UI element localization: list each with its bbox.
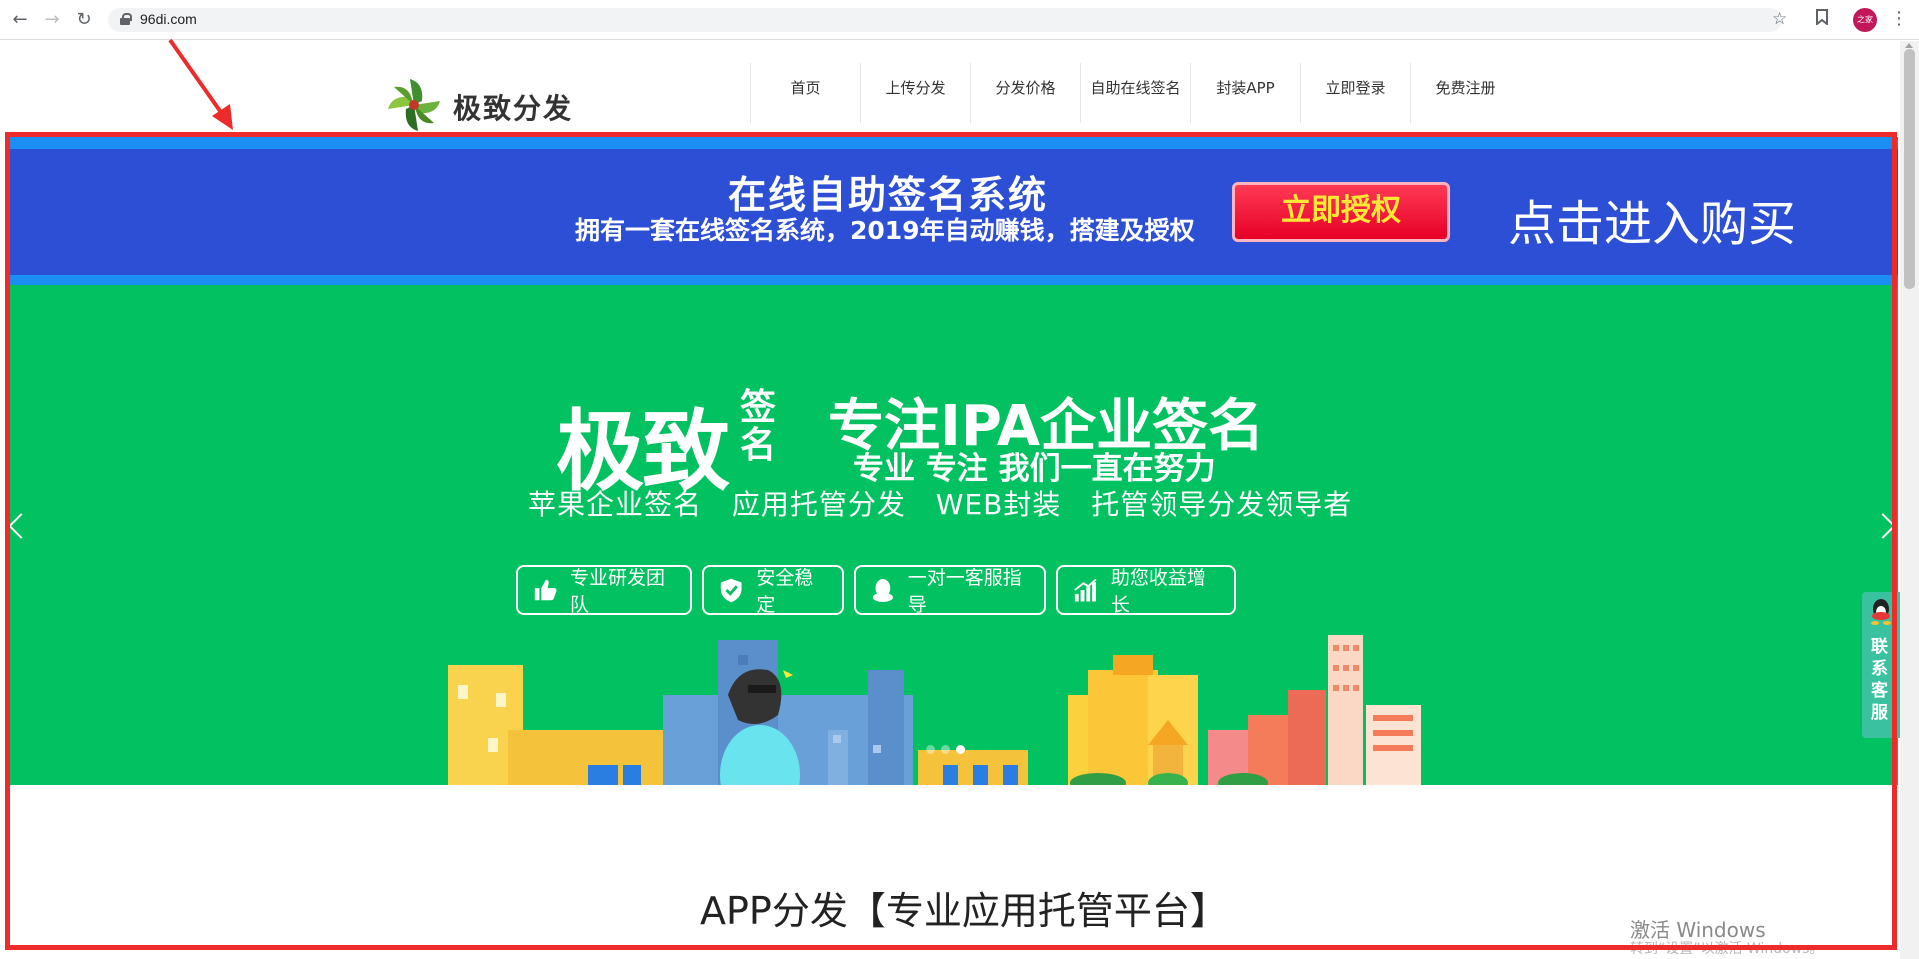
star-icon[interactable]: ☆ — [1772, 9, 1787, 29]
scroll-up-icon[interactable] — [1905, 43, 1913, 48]
bookmark-icon[interactable] — [1815, 9, 1829, 29]
nav-item-pricing[interactable]: 分发价格 — [970, 63, 1080, 123]
nav-item-register[interactable]: 免费注册 — [1410, 63, 1520, 123]
more-menu-icon[interactable]: ⋮ — [1890, 8, 1908, 29]
nav-item-home[interactable]: 首页 — [750, 63, 860, 123]
annotation-arrow-icon — [168, 38, 233, 130]
nav-item-login[interactable]: 立即登录 — [1300, 63, 1410, 123]
address-bar[interactable]: 96di.com — [108, 8, 1782, 32]
annotation-highlight-box — [5, 132, 1897, 950]
top-navigation: 首页 上传分发 分发价格 自助在线签名 封装APP 立即登录 免费注册 — [750, 63, 1520, 123]
nav-item-wrap-app[interactable]: 封装APP — [1190, 63, 1300, 123]
nav-item-upload[interactable]: 上传分发 — [860, 63, 970, 123]
screenshot-frame: ← → ↻ 96di.com ☆ 之家 ⋮ 极致分发 首页 上传分发 分发价格 … — [0, 0, 1919, 959]
pinwheel-logo-icon[interactable] — [385, 76, 443, 134]
avatar[interactable]: 之家 — [1853, 8, 1877, 32]
page-scrollbar[interactable] — [1900, 41, 1919, 959]
logo-text[interactable]: 极致分发 — [453, 87, 573, 127]
scroll-thumb[interactable] — [1904, 49, 1915, 289]
nav-item-self-signing[interactable]: 自助在线签名 — [1080, 63, 1190, 123]
